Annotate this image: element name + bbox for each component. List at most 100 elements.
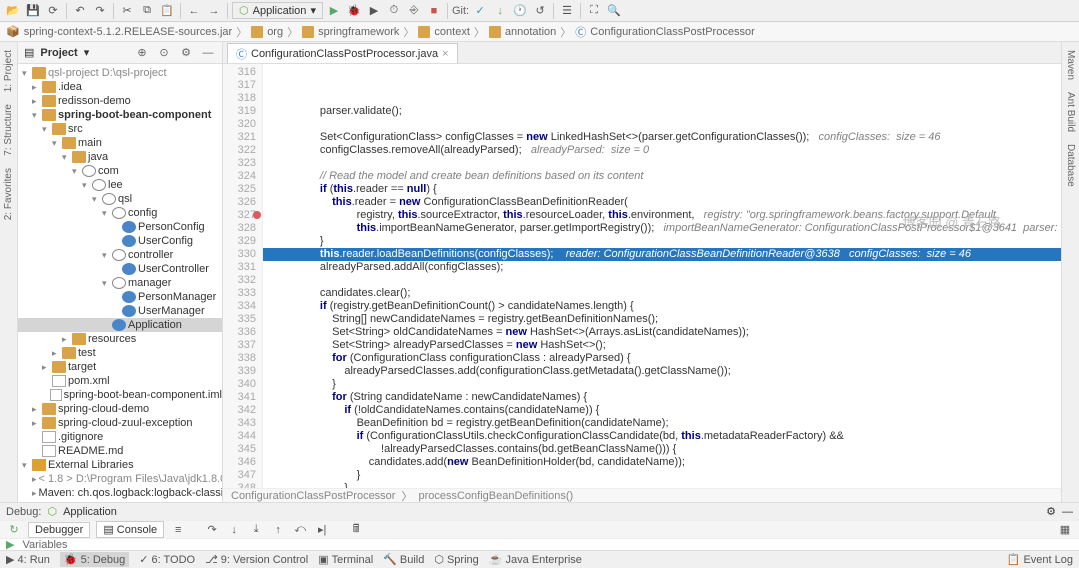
drop-frame-icon[interactable]: ⤺ [292, 522, 308, 538]
forward-icon[interactable]: → [205, 2, 223, 20]
stop-icon[interactable]: ■ [425, 2, 443, 20]
gear-icon[interactable]: ⚙ [1046, 505, 1056, 518]
tool-tab-maven[interactable]: Maven [1065, 50, 1076, 80]
code-line[interactable]: if (registry.getBeanDefinitionCount() > … [263, 300, 1061, 313]
code-line[interactable] [263, 274, 1061, 287]
code-line[interactable]: for (String candidateName : newCandidate… [263, 391, 1061, 404]
save-icon[interactable]: 💾 [24, 2, 42, 20]
debugger-tab[interactable]: Debugger [28, 522, 90, 538]
hide-icon[interactable]: — [1062, 506, 1073, 518]
tree-arrow-icon[interactable]: ▸ [32, 96, 42, 107]
tree-item[interactable]: pom.xml [18, 374, 222, 388]
tree-arrow-icon[interactable]: ▾ [82, 180, 92, 191]
tree-arrow-icon[interactable]: ▾ [32, 110, 42, 121]
code-line[interactable]: // Read the model and create bean defini… [263, 170, 1061, 183]
tool-tab-project[interactable]: 1: Project [3, 50, 14, 92]
tree-arrow-icon[interactable]: ▾ [102, 278, 112, 289]
tree-arrow-icon[interactable]: ▾ [102, 208, 112, 219]
crumb2-item[interactable]: processConfigBeanDefinitions() [418, 490, 573, 502]
tree-arrow-icon[interactable]: ▸ [32, 488, 37, 499]
tool-tab-ant[interactable]: Ant Build [1065, 92, 1076, 132]
code-line[interactable]: if (this.reader == null) { [263, 183, 1061, 196]
run-config-selector[interactable]: ⬡ Application ▾ [232, 2, 323, 19]
tree-arrow-icon[interactable]: ▸ [42, 362, 52, 373]
status-build[interactable]: 🔨 Build [383, 553, 424, 566]
tree-item[interactable]: ▸.idea [18, 80, 222, 94]
code-line[interactable] [263, 118, 1061, 131]
tree-item[interactable]: spring-boot-bean-component.iml [18, 388, 222, 402]
tree-item[interactable]: PersonManager [18, 290, 222, 304]
status-spring[interactable]: ⬡ Spring [434, 553, 478, 566]
debug-icon[interactable]: 🐞 [345, 2, 363, 20]
crumb-item[interactable]: org [267, 26, 283, 38]
tree-item[interactable]: ▸spring-cloud-zuul-exception [18, 416, 222, 430]
crumb-item[interactable]: ConfigurationClassPostProcessor [590, 26, 754, 38]
status-vcs[interactable]: ⎇ 9: Version Control [205, 553, 308, 566]
code-line[interactable]: candidates.add(new BeanDefinitionHolder(… [263, 456, 1061, 469]
tree-item[interactable]: ▸Maven: ch.qos.logback:logback-core:1.2.… [18, 500, 222, 502]
structure-icon[interactable]: ☰ [558, 2, 576, 20]
tree-arrow-icon[interactable]: ▸ [32, 82, 42, 93]
event-log[interactable]: 📋 Event Log [1007, 553, 1073, 566]
code-line[interactable]: alreadyParsed.addAll(configClasses); [263, 261, 1061, 274]
code-line[interactable]: Set<String> alreadyParsedClasses = new H… [263, 339, 1061, 352]
expand-icon[interactable]: ⛶ [585, 2, 603, 20]
tree-arrow-icon[interactable]: ▸ [32, 474, 37, 485]
code-line[interactable]: } [263, 378, 1061, 391]
profile-icon[interactable]: ⏱ [385, 2, 403, 20]
tree-arrow-icon[interactable]: ▸ [62, 334, 72, 345]
paste-icon[interactable]: 📋 [158, 2, 176, 20]
undo-icon[interactable]: ↶ [71, 2, 89, 20]
run-icon[interactable]: ▶ [325, 2, 343, 20]
code-line[interactable]: alreadyParsedClasses.add(configurationCl… [263, 365, 1061, 378]
tree-item[interactable]: ▸Maven: ch.qos.logback:logback-classic:1… [18, 486, 222, 500]
code-line[interactable]: Set<ConfigurationClass> configClasses = … [263, 131, 1061, 144]
tree-arrow-icon[interactable]: ▸ [32, 418, 42, 429]
code-line[interactable]: this.reader = new ConfigurationClassBean… [263, 196, 1061, 209]
status-run[interactable]: ▶ 4: Run [6, 553, 50, 566]
status-terminal[interactable]: ▣ Terminal [318, 553, 373, 566]
project-tree[interactable]: ▾qsl-project D:\qsl-project▸.idea▸rediss… [18, 64, 222, 502]
code-line[interactable]: this.reader.loadBeanDefinitions(configCl… [263, 248, 1061, 261]
tree-arrow-icon[interactable]: ▾ [72, 166, 82, 177]
crumb-item[interactable]: spring-context-5.1.2.RELEASE-sources.jar [24, 26, 232, 38]
tree-item[interactable]: ▾java [18, 150, 222, 164]
tree-arrow-icon[interactable]: ▸ [32, 404, 42, 415]
close-icon[interactable]: × [442, 48, 448, 60]
variables-panel[interactable]: ▶ Variables [0, 538, 1079, 550]
step-out-icon[interactable]: ↑ [270, 522, 286, 538]
tree-item[interactable]: UserController [18, 262, 222, 276]
resume-icon[interactable]: ▶ [6, 538, 14, 551]
cut-icon[interactable]: ✂ [118, 2, 136, 20]
tree-item[interactable]: ▸< 1.8 > D:\Program Files\Java\jdk1.8.0_… [18, 472, 222, 486]
git-update-icon[interactable]: ✓ [471, 2, 489, 20]
tree-item[interactable]: ▾main [18, 136, 222, 150]
back-icon[interactable]: ← [185, 2, 203, 20]
tree-item[interactable]: ▾com [18, 164, 222, 178]
tree-item[interactable]: README.md [18, 444, 222, 458]
code-line[interactable]: for (ConfigurationClass configurationCla… [263, 352, 1061, 365]
force-step-into-icon[interactable]: ⤓ [248, 522, 264, 538]
status-debug[interactable]: 🐞 5: Debug [60, 552, 129, 567]
tree-arrow-icon[interactable]: ▸ [52, 348, 62, 359]
collapse-icon[interactable]: ⊕ [134, 45, 150, 61]
dropdown-icon[interactable]: ▾ [84, 46, 90, 59]
tree-item[interactable]: ▾config [18, 206, 222, 220]
tree-arrow-icon[interactable]: ▾ [22, 460, 32, 471]
code-line[interactable]: if (!oldCandidateNames.contains(candidat… [263, 404, 1061, 417]
code-line[interactable] [263, 157, 1061, 170]
layout-icon[interactable]: ▦ [1057, 522, 1073, 538]
target-icon[interactable]: ⊙ [156, 45, 172, 61]
tree-item[interactable]: ▾manager [18, 276, 222, 290]
tool-tab-structure[interactable]: 7: Structure [3, 104, 14, 156]
open-icon[interactable]: 📂 [4, 2, 22, 20]
code-line[interactable]: if (ConfigurationClassUtils.checkConfigu… [263, 430, 1061, 443]
tree-item[interactable]: UserManager [18, 304, 222, 318]
unknown-icon[interactable]: ≡ [170, 522, 186, 538]
code-line[interactable]: } [263, 469, 1061, 482]
tree-item[interactable]: ▾qsl [18, 192, 222, 206]
tree-item[interactable]: Application [18, 318, 222, 332]
hide-icon[interactable]: — [200, 45, 216, 61]
code-content[interactable]: 博客园 @ 青石路 parser.validate(); Set<Configu… [263, 64, 1061, 488]
rerun-icon[interactable]: ↻ [6, 522, 22, 538]
